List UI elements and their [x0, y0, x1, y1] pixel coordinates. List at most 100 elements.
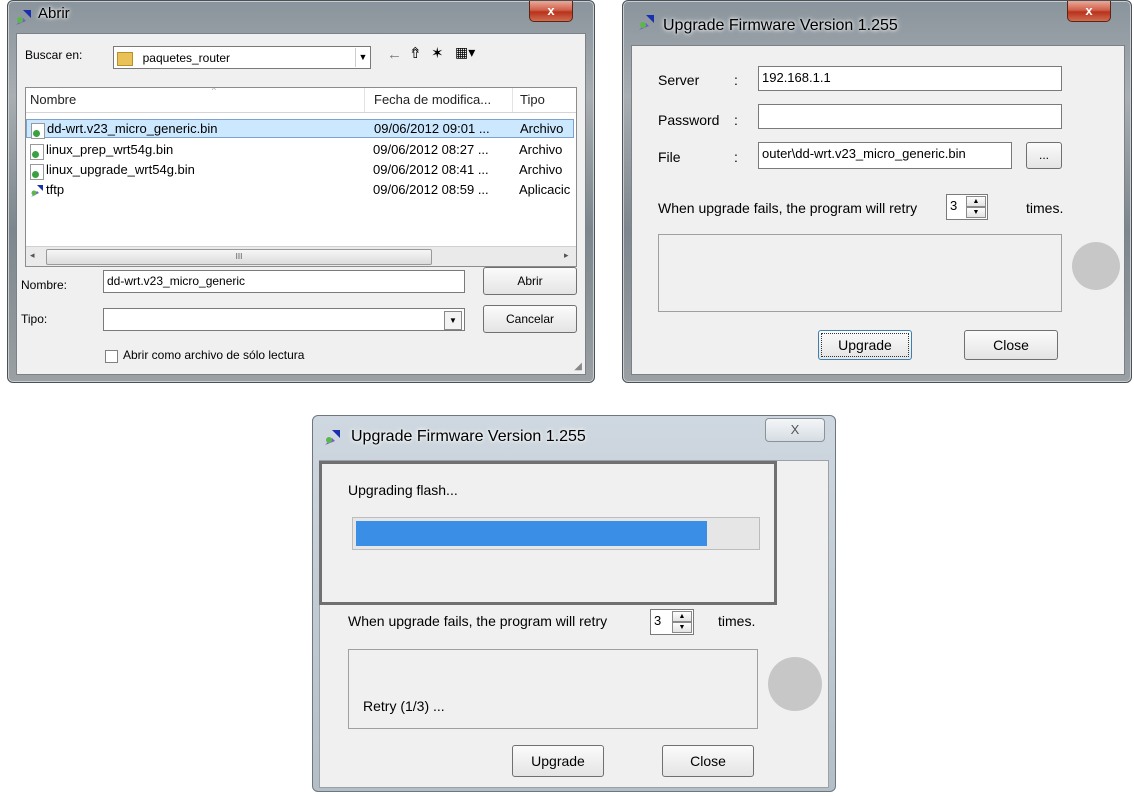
- upgrade-button[interactable]: Upgrade: [818, 330, 912, 360]
- retry-suffix-label: times.: [1026, 200, 1064, 216]
- file-row[interactable]: tftp 09/06/2012 08:59 ... Aplicacic: [26, 181, 576, 200]
- password-input[interactable]: [758, 104, 1062, 129]
- progress-panel: Upgrading flash...: [319, 461, 777, 605]
- look-in-value: paquetes_router: [142, 51, 231, 65]
- close-button-label: Close: [993, 337, 1029, 353]
- chevron-down-icon[interactable]: ▼: [444, 311, 462, 330]
- log-panel: Retry (1/3) ...: [348, 649, 758, 729]
- retry-count-input[interactable]: 3 ▲ ▼: [946, 194, 988, 220]
- retry-count-value: 3: [654, 613, 662, 628]
- spin-down-icon[interactable]: ▼: [966, 207, 986, 218]
- filename-input[interactable]: dd-wrt.v23_micro_generic: [103, 270, 465, 293]
- look-in-label: Buscar en:: [25, 48, 83, 62]
- close-button-label: Close: [690, 753, 726, 769]
- server-input[interactable]: 192.168.1.1: [758, 66, 1062, 91]
- back-arrow-icon[interactable]: ←: [387, 46, 402, 63]
- spin-up-icon[interactable]: ▲: [672, 611, 692, 622]
- upgrade-dialog-titlebar[interactable]: Upgrade Firmware Version 1.255 x: [623, 1, 1131, 34]
- retry-prefix-label: When upgrade fails, the program will ret…: [658, 200, 918, 216]
- close-window-button[interactable]: x: [529, 1, 573, 22]
- scroll-right-icon[interactable]: ▸: [564, 250, 569, 261]
- sort-indicator-icon: ^: [212, 87, 216, 95]
- password-label: Password: [658, 112, 720, 128]
- file-list-header: Nombre Fecha de modifica... Tipo ^: [26, 88, 576, 113]
- filename-label: Nombre:: [21, 278, 68, 292]
- view-menu-icon[interactable]: ▦▾: [455, 44, 475, 61]
- open-file-dialog: Abrir x Buscar en: paquetes_router ▼ ← ⇮…: [7, 0, 595, 383]
- column-type[interactable]: Tipo: [520, 92, 545, 107]
- app-logo-icon: [323, 428, 341, 446]
- log-panel: [658, 234, 1062, 312]
- file-label: File: [658, 149, 681, 165]
- progress-status-label: Upgrading flash...: [348, 482, 458, 498]
- cancel-button[interactable]: Cancelar: [483, 305, 577, 333]
- progress-dialog-titlebar[interactable]: Upgrade Firmware Version 1.255 X: [313, 416, 835, 446]
- open-button-label: Abrir: [517, 274, 543, 288]
- retry-suffix-label: times.: [718, 613, 756, 629]
- file-type: Aplicacic: [519, 182, 571, 197]
- column-date[interactable]: Fecha de modifica...: [374, 92, 491, 107]
- browse-button-label: ...: [1038, 148, 1049, 162]
- open-dialog-body: Buscar en: paquetes_router ▼ ← ⇮ ✶ ▦▾ No…: [16, 33, 586, 375]
- file-path-value: outer\dd-wrt.v23_micro_generic.bin: [762, 146, 966, 161]
- file-path-input[interactable]: outer\dd-wrt.v23_micro_generic.bin: [758, 142, 1012, 169]
- file-name: dd-wrt.v23_micro_generic.bin: [47, 121, 218, 136]
- spin-up-icon[interactable]: ▲: [966, 196, 986, 207]
- file-row[interactable]: linux_upgrade_wrt54g.bin 09/06/2012 08:4…: [26, 161, 576, 180]
- upgrade-button-label: Upgrade: [838, 337, 892, 353]
- look-in-dropdown[interactable]: paquetes_router: [113, 46, 371, 69]
- open-dialog-titlebar[interactable]: Abrir x: [8, 1, 594, 31]
- file-date: 09/06/2012 08:41 ...: [373, 162, 489, 177]
- file-date: 09/06/2012 09:01 ...: [374, 121, 490, 136]
- file-type: Archivo: [519, 162, 563, 177]
- folder-icon: [117, 51, 133, 66]
- file-icon: [31, 123, 45, 139]
- open-button[interactable]: Abrir: [483, 267, 577, 295]
- browse-button[interactable]: ...: [1026, 142, 1062, 169]
- horizontal-scrollbar[interactable]: ◂ III ▸: [26, 246, 576, 266]
- server-value: 192.168.1.1: [762, 70, 831, 85]
- file-list: Nombre Fecha de modifica... Tipo ^ dd-wr…: [25, 87, 577, 267]
- resize-grip-icon[interactable]: ◢: [574, 361, 582, 372]
- server-label: Server: [658, 72, 700, 88]
- upgrade-progress-dialog: Upgrade Firmware Version 1.255 X Upgradi…: [312, 415, 836, 792]
- file-name: linux_upgrade_wrt54g.bin: [46, 162, 195, 177]
- up-folder-icon[interactable]: ⇮: [409, 44, 422, 62]
- spin-down-icon[interactable]: ▼: [672, 622, 692, 633]
- file-row[interactable]: linux_prep_wrt54g.bin 09/06/2012 08:27 .…: [26, 141, 576, 160]
- progress-bar: [352, 517, 760, 550]
- progress-dialog-body: Upgrading flash... When upgrade fails, t…: [319, 460, 829, 788]
- file-row[interactable]: dd-wrt.v23_micro_generic.bin 09/06/2012 …: [26, 119, 574, 139]
- status-indicator: [1072, 242, 1120, 290]
- file-icon: [30, 144, 44, 160]
- application-icon: [30, 184, 43, 198]
- progress-bar-fill: [356, 521, 708, 546]
- close-window-button[interactable]: X: [765, 418, 825, 442]
- close-button[interactable]: Close: [662, 745, 754, 777]
- scroll-left-icon[interactable]: ◂: [30, 250, 35, 261]
- filetype-label: Tipo:: [21, 312, 48, 326]
- readonly-checkbox[interactable]: [105, 350, 118, 363]
- upgrade-button[interactable]: Upgrade: [512, 745, 604, 777]
- upgrade-firmware-dialog: Upgrade Firmware Version 1.255 x Server …: [622, 0, 1132, 383]
- close-window-button[interactable]: x: [1067, 1, 1111, 22]
- filetype-dropdown[interactable]: ▼: [103, 308, 465, 331]
- password-colon: :: [734, 112, 738, 128]
- readonly-label: Abrir como archivo de sólo lectura: [123, 348, 305, 362]
- upgrade-button-label: Upgrade: [531, 753, 585, 769]
- column-name[interactable]: Nombre: [30, 92, 76, 107]
- upgrade-dialog-body: Server : 192.168.1.1 Password : File : o…: [631, 45, 1125, 375]
- retry-count-input[interactable]: 3 ▲ ▼: [650, 609, 694, 635]
- scrollbar-thumb[interactable]: III: [46, 249, 432, 265]
- column-divider: [512, 88, 513, 112]
- file-type: Archivo: [519, 142, 563, 157]
- scrollbar-grip: III: [235, 252, 243, 261]
- file-type: Archivo: [520, 121, 564, 136]
- close-button[interactable]: Close: [964, 330, 1058, 360]
- file-name: tftp: [46, 182, 65, 197]
- file-date: 09/06/2012 08:59 ...: [373, 182, 489, 197]
- file-colon: :: [734, 149, 738, 165]
- cancel-button-label: Cancelar: [505, 312, 555, 326]
- new-folder-icon[interactable]: ✶: [431, 44, 444, 62]
- chevron-down-icon[interactable]: ▼: [355, 48, 370, 67]
